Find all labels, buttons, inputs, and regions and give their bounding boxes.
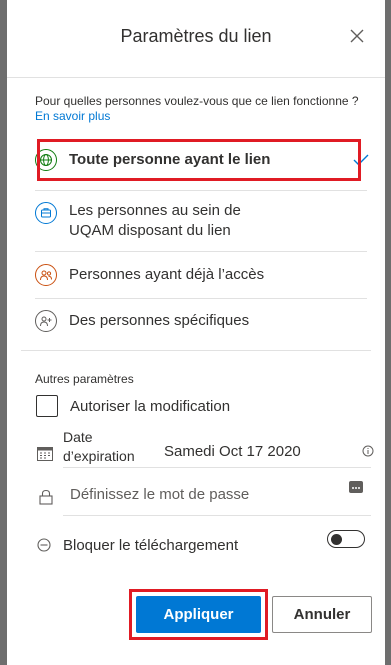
toggle-knob	[331, 533, 342, 545]
date-underline	[63, 467, 371, 468]
expiration-label-line1: Date	[63, 429, 93, 445]
block-download-toggle[interactable]	[327, 530, 365, 548]
people-icon	[35, 264, 57, 286]
password-input[interactable]: Définissez le mot de passe	[70, 486, 249, 503]
building-icon	[35, 202, 57, 224]
link-settings-dialog: Paramètres du lien Pour quelles personne…	[7, 0, 385, 665]
password-underline	[63, 515, 371, 516]
calendar-icon	[37, 447, 53, 461]
audience-question: Pour quelles personnes voulez-vous que c…	[35, 94, 365, 124]
learn-more-link[interactable]: En savoir plus	[35, 109, 110, 123]
option-label: Des personnes spécifiques	[69, 312, 250, 329]
audience-question-text: Pour quelles personnes voulez-vous que c…	[35, 94, 359, 108]
option-label: Les personnes au sein de UQAM disposant …	[69, 202, 241, 239]
globe-icon	[35, 149, 57, 171]
allow-edit-label: Autoriser la modification	[70, 398, 231, 415]
option-label: Personnes ayant déjà l’accès	[69, 266, 265, 283]
section-divider	[21, 350, 371, 351]
divider	[35, 298, 367, 299]
expiration-label: Date d’expiration	[63, 428, 135, 466]
close-icon	[350, 29, 364, 43]
lock-icon	[39, 489, 53, 505]
apply-button[interactable]: Appliquer	[136, 596, 261, 633]
other-settings-label: Autres paramètres	[35, 372, 134, 386]
checkmark-icon	[353, 154, 369, 166]
option-anyone-with-link[interactable]: Toute personne ayant le lien	[35, 149, 371, 171]
option-label: Toute personne ayant le lien	[69, 151, 271, 168]
divider	[35, 190, 367, 191]
option-existing-access[interactable]: Personnes ayant déjà l’accès	[35, 264, 371, 286]
option-organization[interactable]: Les personnes au sein de UQAM disposant …	[35, 201, 371, 241]
option-specific-people[interactable]: Des personnes spécifiques	[35, 310, 371, 332]
people-add-icon	[35, 310, 57, 332]
expiration-label-line2: d’expiration	[63, 448, 135, 464]
block-icon	[37, 538, 51, 552]
dialog-title: Paramètres du lien	[120, 26, 272, 46]
info-icon[interactable]	[362, 445, 374, 457]
divider	[35, 251, 367, 252]
dialog-header: Paramètres du lien	[7, 0, 385, 78]
block-download-label: Bloquer le téléchargement	[63, 537, 239, 554]
allow-edit-checkbox[interactable]	[36, 395, 58, 417]
expiration-date-input[interactable]: Samedi Oct 17 2020	[164, 443, 301, 460]
password-manager-icon[interactable]	[349, 481, 363, 493]
cancel-button[interactable]: Annuler	[272, 596, 372, 633]
close-button[interactable]	[343, 22, 371, 50]
